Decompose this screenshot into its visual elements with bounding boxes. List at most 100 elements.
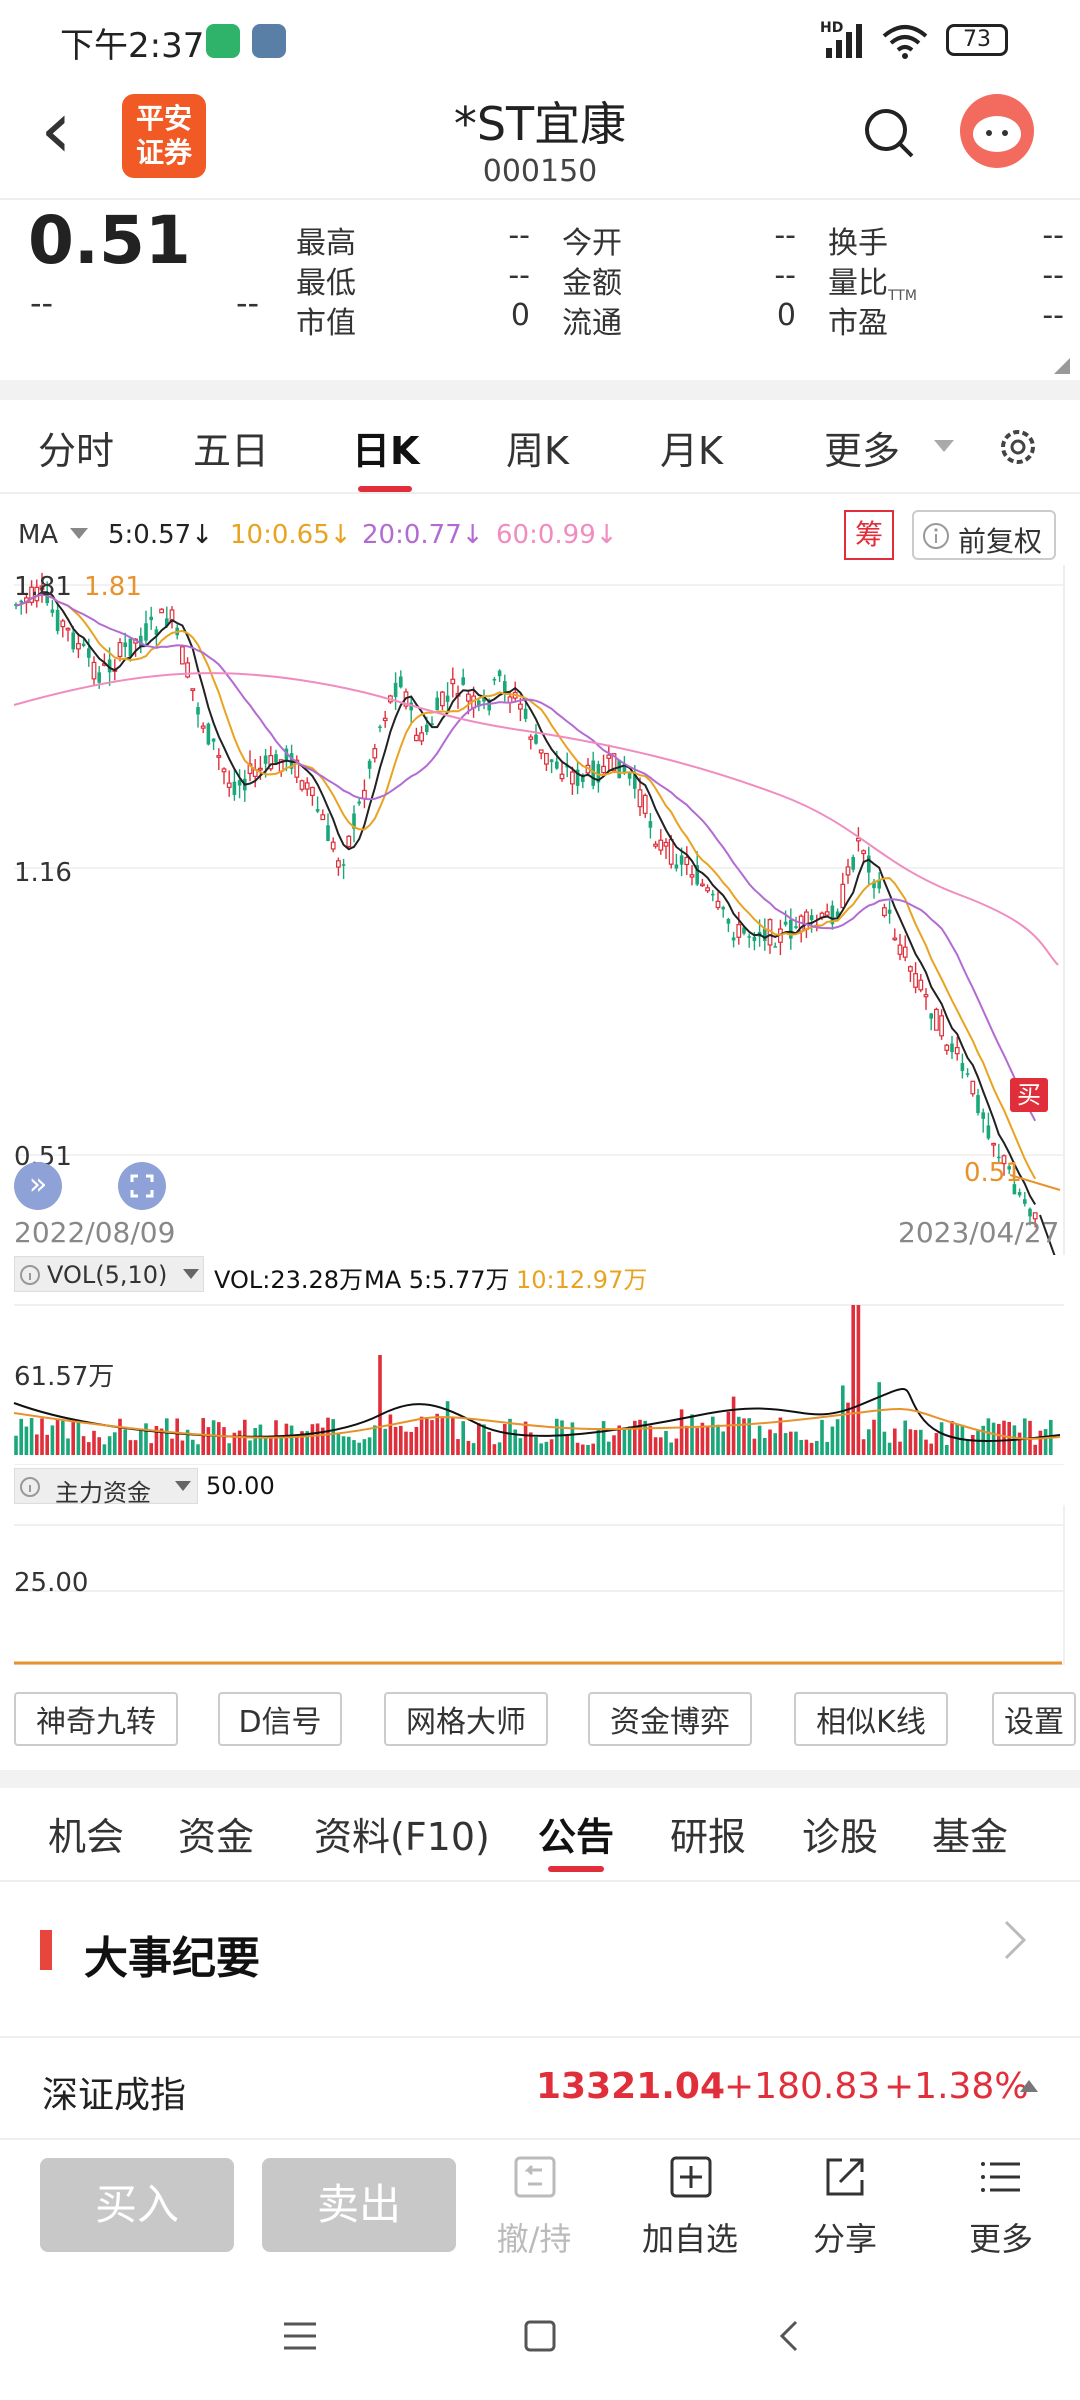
kline-y-mid: 1.16	[14, 858, 72, 888]
volume-bar	[206, 1427, 211, 1455]
candle-body	[81, 643, 86, 646]
add-watchlist-button[interactable]: 加自选	[630, 2154, 750, 2264]
search-icon[interactable]	[862, 106, 918, 162]
volume-chart[interactable]	[0, 1295, 1080, 1465]
volume-bar	[778, 1417, 783, 1455]
volume-bar	[248, 1440, 252, 1455]
tab-capital[interactable]: 资金	[178, 1806, 254, 1861]
candle-body	[559, 773, 565, 780]
sell-button[interactable]: 卖出	[262, 2158, 456, 2252]
volume-bar	[326, 1417, 330, 1455]
tab-research[interactable]: 研报	[670, 1806, 746, 1861]
volume-bar	[425, 1417, 429, 1455]
fullscreen-icon[interactable]	[118, 1162, 166, 1210]
tool-magic-nine[interactable]: 神奇九转	[14, 1692, 178, 1746]
tab-weekly-k[interactable]: 周K	[506, 420, 569, 475]
volume-bar	[289, 1425, 294, 1455]
tab-intraday[interactable]: 分时	[38, 420, 114, 475]
avatar[interactable]	[960, 94, 1034, 168]
candle-body	[336, 860, 341, 868]
buy-button[interactable]: 买入	[40, 2158, 234, 2252]
tool-d-signal[interactable]: D信号	[218, 1692, 342, 1746]
volume-bar	[388, 1414, 393, 1455]
tab-monthly-k[interactable]: 月K	[660, 420, 723, 475]
tool-capital-game[interactable]: 资金博弈	[588, 1692, 752, 1746]
candle-body	[569, 771, 575, 785]
ma-label[interactable]: MA	[18, 520, 58, 550]
kline-chart[interactable]	[0, 565, 1080, 1255]
index-value: 13321.04	[536, 2066, 726, 2107]
volume-bar	[139, 1429, 143, 1455]
tab-more[interactable]: 更多	[824, 420, 900, 475]
candle-body	[461, 677, 465, 685]
candle-body	[715, 900, 721, 909]
more-button[interactable]: 更多	[946, 2154, 1056, 2264]
candle-body	[326, 825, 330, 841]
capital-indicator-select[interactable]: 主力资金	[14, 1468, 198, 1507]
volume-bar	[560, 1420, 564, 1455]
tool-settings[interactable]: 设置	[992, 1692, 1076, 1746]
chip-distribution-button[interactable]: 筹	[844, 510, 894, 560]
vol-y-max: 61.57万	[14, 1362, 115, 1392]
volume-bar	[919, 1429, 923, 1455]
kline-high-marker: 1.81	[84, 572, 142, 602]
candle-body	[606, 754, 612, 759]
settings-app-icon	[252, 24, 286, 58]
volume-bar	[352, 1440, 356, 1455]
adjust-button[interactable]: 前复权	[912, 510, 1056, 560]
kline-y-high: 1.81	[14, 572, 72, 602]
cancel-hold-button[interactable]: 撤/持	[482, 2154, 586, 2264]
volume-bar	[872, 1419, 876, 1455]
share-button[interactable]: 分享	[790, 2154, 900, 2264]
capital-chart[interactable]	[0, 1505, 1080, 1665]
volume-bar	[482, 1424, 486, 1455]
expand-panel-icon[interactable]: »	[14, 1162, 62, 1210]
volume-bar	[367, 1437, 372, 1455]
gear-icon[interactable]	[995, 424, 1041, 470]
volume-bar	[128, 1440, 133, 1455]
expand-corner-icon[interactable]	[1054, 358, 1070, 374]
volume-bar	[378, 1355, 382, 1455]
candle-body	[450, 678, 456, 685]
index-ticker[interactable]: 深证成指 13321.04 +180.83 +1.38%	[0, 2036, 1080, 2140]
tab-daily-k[interactable]: 日K	[352, 420, 419, 475]
tab-diagnosis[interactable]: 诊股	[802, 1806, 878, 1861]
quote-label: 市值	[296, 306, 356, 341]
vol-ma10-line	[13, 1408, 1061, 1440]
share-label: 分享	[812, 2220, 877, 2258]
volume-bar	[757, 1425, 762, 1455]
back-nav-icon[interactable]	[770, 2316, 810, 2356]
chevron-right-icon[interactable]	[1000, 1918, 1030, 1962]
tab-f10[interactable]: 资料(F10)	[314, 1806, 490, 1861]
home-icon[interactable]	[520, 2316, 560, 2356]
volume-bar	[50, 1425, 55, 1455]
candle-body	[144, 623, 148, 641]
ma-dropdown-icon[interactable]	[70, 528, 88, 539]
tool-grid-master[interactable]: 网格大师	[384, 1692, 548, 1746]
volume-bar	[196, 1444, 200, 1455]
share-icon	[826, 2158, 864, 2196]
section-title[interactable]: 大事纪要	[84, 1922, 260, 1986]
candle-body	[950, 1043, 954, 1053]
candle-body	[128, 638, 133, 657]
tool-similar-k[interactable]: 相似K线	[794, 1692, 948, 1746]
volume-bar	[726, 1411, 731, 1455]
volume-bar	[789, 1431, 793, 1455]
back-icon[interactable]: ‹	[40, 90, 72, 170]
stock-code: 000150	[482, 154, 598, 189]
tab-fund[interactable]: 基金	[932, 1806, 1008, 1861]
buy-signal-marker[interactable]: 买	[1010, 1078, 1048, 1112]
tab-announcement[interactable]: 公告	[538, 1806, 614, 1861]
volume-bar	[752, 1438, 757, 1455]
volume-bar	[867, 1429, 871, 1455]
tab-five-day[interactable]: 五日	[193, 420, 269, 475]
volume-bar	[217, 1422, 221, 1455]
vol-value: VOL:23.28万	[214, 1266, 364, 1294]
volume-bar	[497, 1442, 502, 1455]
candle-body	[976, 1095, 980, 1113]
chevron-down-icon[interactable]	[934, 440, 954, 452]
candle-body	[341, 864, 346, 866]
tab-opportunity[interactable]: 机会	[48, 1806, 124, 1861]
vol-indicator-select[interactable]: VOL(5,10)	[14, 1256, 204, 1292]
recent-apps-icon[interactable]	[280, 2316, 320, 2356]
